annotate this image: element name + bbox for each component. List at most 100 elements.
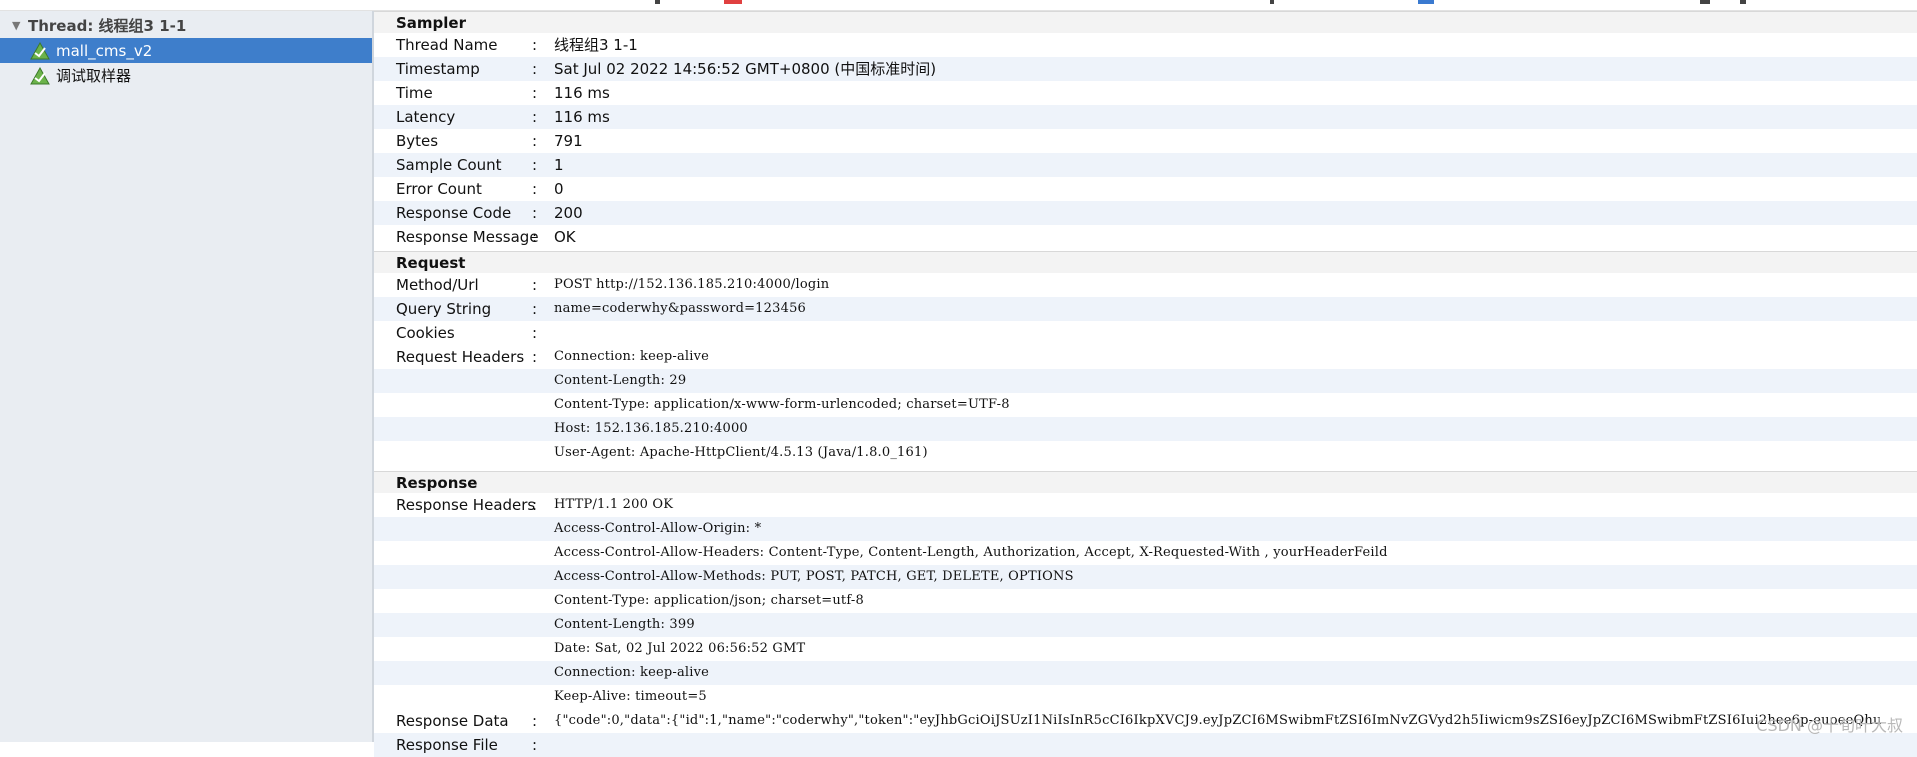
field-value: Host: 152.136.185.210:4000 — [554, 421, 748, 436]
tree-item-mall-cms-v2[interactable]: mall_cms_v2 — [0, 38, 372, 63]
field-value: Content-Type: application/x-www-form-url… — [554, 397, 1010, 412]
field-key: Response Headers — [396, 496, 536, 514]
field-key: Cookies — [396, 324, 455, 342]
detail-row: Content-Length: 399 — [374, 613, 1917, 637]
detail-row: Thread Name: 线程组3 1-1 — [374, 33, 1917, 57]
field-key: Time — [396, 84, 433, 102]
toolbar-mark — [724, 0, 742, 4]
thread-label: Thread: 线程组3 1-1 — [28, 17, 187, 35]
detail-row: Content-Type: application/x-www-form-url… — [374, 393, 1917, 417]
field-value: Keep-Alive: timeout=5 — [554, 689, 707, 704]
field-value: 1 — [554, 156, 564, 174]
field-value: 116 ms — [554, 108, 610, 126]
field-key: Latency — [396, 108, 456, 126]
field-separator: : — [532, 108, 538, 126]
toolbar-mark — [655, 0, 660, 4]
detail-row: User-Agent: Apache-HttpClient/4.5.13 (Ja… — [374, 441, 1917, 465]
field-value: Connection: keep-alive — [554, 665, 710, 680]
watermark: CSDN @十旬叶大叔 — [1756, 716, 1903, 735]
field-value: Content-Length: 29 — [554, 373, 687, 388]
field-separator: : — [532, 276, 538, 294]
field-separator: : — [532, 348, 538, 366]
field-separator: : — [532, 36, 538, 54]
field-separator: : — [532, 300, 538, 318]
field-key: Response File — [396, 736, 498, 754]
field-value: name=coderwhy&password=123456 — [554, 301, 807, 316]
field-value: Content-Type: application/json; charset=… — [554, 593, 864, 608]
field-separator: : — [532, 60, 538, 78]
field-separator: : — [532, 228, 538, 246]
field-separator: : — [532, 496, 538, 514]
toolbar-mark — [1418, 0, 1434, 4]
detail-row: Keep-Alive: timeout=5 — [374, 685, 1917, 709]
detail-row: Access-Control-Allow-Methods: PUT, POST,… — [374, 565, 1917, 589]
sampler-success-icon — [30, 66, 50, 84]
field-separator: : — [532, 156, 538, 174]
field-key: Method/Url — [396, 276, 479, 294]
field-key: Response Code — [396, 204, 512, 222]
section-header-sampler: Sampler — [374, 11, 1917, 33]
detail-row: Cookies: — [374, 321, 1917, 345]
field-key: Thread Name — [396, 36, 498, 54]
field-value: {"code":0,"data":{"id":1,"name":"coderwh… — [554, 713, 1882, 728]
field-value: Access-Control-Allow-Methods: PUT, POST,… — [554, 569, 1074, 584]
field-separator: : — [532, 204, 538, 222]
detail-row: Response Data: {"code":0,"data":{"id":1,"… — [374, 709, 1917, 733]
section-header-request: Request — [374, 251, 1917, 273]
detail-row: Time:116 ms — [374, 81, 1917, 105]
field-separator: : — [532, 736, 538, 754]
field-value: OK — [554, 228, 576, 246]
field-value: HTTP/1.1 200 OK — [554, 497, 674, 512]
field-value: Date: Sat, 02 Jul 2022 06:56:52 GMT — [554, 641, 806, 656]
field-key: Request Headers — [396, 348, 525, 366]
field-key: Error Count — [396, 180, 482, 198]
sampler-success-icon — [30, 41, 50, 59]
field-value: User-Agent: Apache-HttpClient/4.5.13 (Ja… — [554, 445, 928, 460]
detail-row: Host: 152.136.185.210:4000 — [374, 417, 1917, 441]
field-separator: : — [532, 324, 538, 342]
field-value: Sat Jul 02 2022 14:56:52 GMT+0800 (中国标准时… — [554, 60, 937, 78]
detail-row: Timestamp: Sat Jul 02 2022 14:56:52 GMT+0… — [374, 57, 1917, 81]
field-key: Sample Count — [396, 156, 502, 174]
tree-item-debug-sampler[interactable]: 调试取样器 — [0, 63, 372, 88]
detail-row: Date: Sat, 02 Jul 2022 06:56:52 GMT — [374, 637, 1917, 661]
detail-row: Sample Count:1 — [374, 153, 1917, 177]
field-value: POST http://152.136.185.210:4000/login — [554, 277, 830, 292]
tree-item-label: 调试取样器 — [56, 67, 132, 85]
collapse-arrow-icon[interactable]: ▼ — [12, 19, 24, 32]
detail-row: Bytes:791 — [374, 129, 1917, 153]
detail-row: Error Count:0 — [374, 177, 1917, 201]
field-value: Connection: keep-alive — [554, 349, 710, 364]
detail-row: Access-Control-Allow-Origin: * — [374, 517, 1917, 541]
field-value: 200 — [554, 204, 583, 222]
results-tree: ▼ Thread: 线程组3 1-1 mall_cms_v2 调试取样器 — [0, 11, 374, 742]
field-key: Timestamp — [396, 60, 480, 78]
field-separator: : — [532, 712, 538, 730]
detail-row: Latency:116 ms — [374, 105, 1917, 129]
field-key: Query String — [396, 300, 492, 318]
field-value: Content-Length: 399 — [554, 617, 695, 632]
field-separator: : — [532, 180, 538, 198]
field-key: Response Message — [396, 228, 539, 246]
tree-item-label: mall_cms_v2 — [56, 41, 153, 60]
toolbar-mark — [1700, 0, 1710, 4]
detail-row: Response Code:200 — [374, 201, 1917, 225]
field-value: 线程组3 1-1 — [554, 36, 638, 54]
tree-thread-node[interactable]: ▼ Thread: 线程组3 1-1 — [0, 13, 372, 38]
field-value: 0 — [554, 180, 564, 198]
detail-row: Method/Url: POST http://152.136.185.210:4… — [374, 273, 1917, 297]
toolbar-mark — [1740, 0, 1746, 4]
detail-row: Connection: keep-alive — [374, 661, 1917, 685]
field-value: 116 ms — [554, 84, 610, 102]
detail-row: Response Message: OK — [374, 225, 1917, 249]
field-value: 791 — [554, 132, 583, 150]
section-header-response: Response — [374, 471, 1917, 493]
field-value: Access-Control-Allow-Headers: Content-Ty… — [554, 545, 1388, 560]
field-key: Response Data — [396, 712, 509, 730]
top-toolbar-strip — [0, 0, 1917, 11]
detail-row: Access-Control-Allow-Headers: Content-Ty… — [374, 541, 1917, 565]
detail-row: Content-Type: application/json; charset=… — [374, 589, 1917, 613]
detail-row: Response Headers: HTTP/1.1 200 OK — [374, 493, 1917, 517]
field-separator: : — [532, 132, 538, 150]
field-separator: : — [532, 84, 538, 102]
